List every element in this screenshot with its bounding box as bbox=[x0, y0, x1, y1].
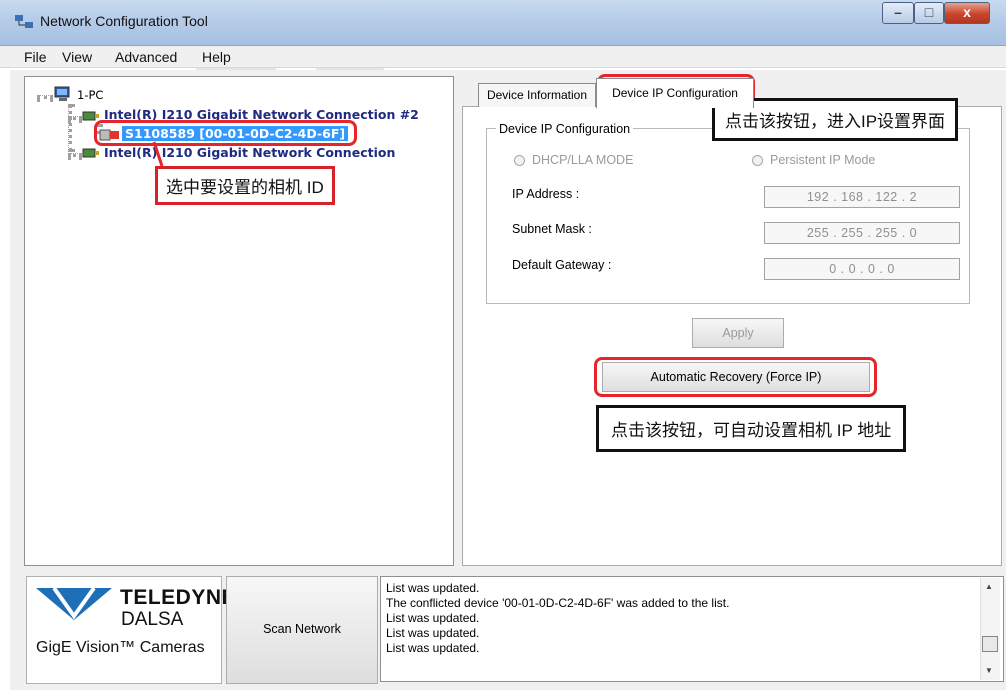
log-lines: List was updated. The conflicted device … bbox=[386, 581, 729, 656]
default-gateway-field[interactable]: 0 . 0 . 0 . 0 bbox=[764, 258, 960, 280]
tab-device-information[interactable]: Device Information bbox=[478, 83, 596, 107]
minimize-button[interactable]: – bbox=[882, 2, 914, 24]
dhcp-label: DHCP/LLA MODE bbox=[532, 153, 634, 167]
menu-help[interactable]: Help bbox=[202, 49, 231, 65]
network-adapter-icon bbox=[82, 148, 99, 158]
window-title: Network Configuration Tool bbox=[40, 13, 208, 29]
tree-connector bbox=[68, 116, 82, 120]
annotation-select-camera: 选中要设置的相机 ID bbox=[155, 166, 335, 205]
tree-connector bbox=[68, 153, 82, 157]
highlight-ring-device bbox=[94, 120, 357, 146]
scroll-thumb[interactable] bbox=[982, 636, 998, 652]
menu-view[interactable]: View bbox=[62, 49, 92, 65]
highlight-ring-force-ip bbox=[594, 357, 877, 397]
minimize-icon: – bbox=[894, 4, 902, 20]
log-line: The conflicted device '00-01-0D-C2-4D-6F… bbox=[386, 596, 730, 610]
tab-device-ip-configuration[interactable]: Device IP Configuration bbox=[596, 78, 754, 108]
persistent-ip-label: Persistent IP Mode bbox=[770, 153, 876, 167]
menu-advanced[interactable]: Advanced bbox=[115, 49, 177, 65]
scroll-down-icon[interactable]: ▼ bbox=[985, 666, 993, 675]
default-gateway-label: Default Gateway : bbox=[512, 258, 612, 272]
tree-connector bbox=[68, 104, 72, 152]
subnet-mask-label: Subnet Mask : bbox=[512, 222, 592, 236]
logo-brand-line1: TELEDYNE bbox=[120, 586, 237, 609]
log-line: List was updated. bbox=[386, 641, 480, 655]
logo-tagline: GigE Vision™ Cameras bbox=[36, 639, 205, 656]
computer-icon bbox=[54, 86, 70, 101]
network-tool-icon bbox=[15, 15, 33, 28]
log-line: List was updated. bbox=[386, 626, 480, 640]
ip-address-field[interactable]: 192 . 168 . 122 . 2 bbox=[764, 186, 960, 208]
teledyne-logo-icon bbox=[36, 586, 112, 620]
scan-network-button[interactable]: Scan Network bbox=[226, 576, 378, 684]
tree-connector bbox=[37, 95, 53, 99]
tree-nic-2[interactable]: Intel(R) I210 Gigabit Network Connection bbox=[104, 145, 395, 160]
dhcp-radio[interactable] bbox=[514, 155, 525, 166]
tree-root-label[interactable]: 1-PC bbox=[77, 88, 103, 102]
log-scrollbar[interactable] bbox=[980, 578, 1000, 680]
logo-brand-line2: DALSA bbox=[121, 609, 184, 630]
maximize-icon: □ bbox=[924, 4, 934, 20]
log-line: List was updated. bbox=[386, 581, 480, 595]
menu-file[interactable]: File bbox=[24, 49, 47, 65]
ip-address-label: IP Address : bbox=[512, 187, 580, 201]
groupbox-title: Device IP Configuration bbox=[496, 122, 634, 136]
close-icon: x bbox=[963, 4, 971, 20]
scroll-up-icon[interactable]: ▲ bbox=[985, 582, 993, 591]
persistent-ip-radio[interactable] bbox=[752, 155, 763, 166]
annotation-auto-set-ip: 点击该按钮，可自动设置相机 IP 地址 bbox=[596, 405, 907, 452]
log-line: List was updated. bbox=[386, 611, 480, 625]
maximize-button[interactable]: □ bbox=[914, 2, 944, 24]
subnet-mask-field[interactable]: 255 . 255 . 255 . 0 bbox=[764, 222, 960, 244]
close-button[interactable]: x bbox=[944, 2, 990, 24]
apply-button[interactable]: Apply bbox=[692, 318, 784, 348]
